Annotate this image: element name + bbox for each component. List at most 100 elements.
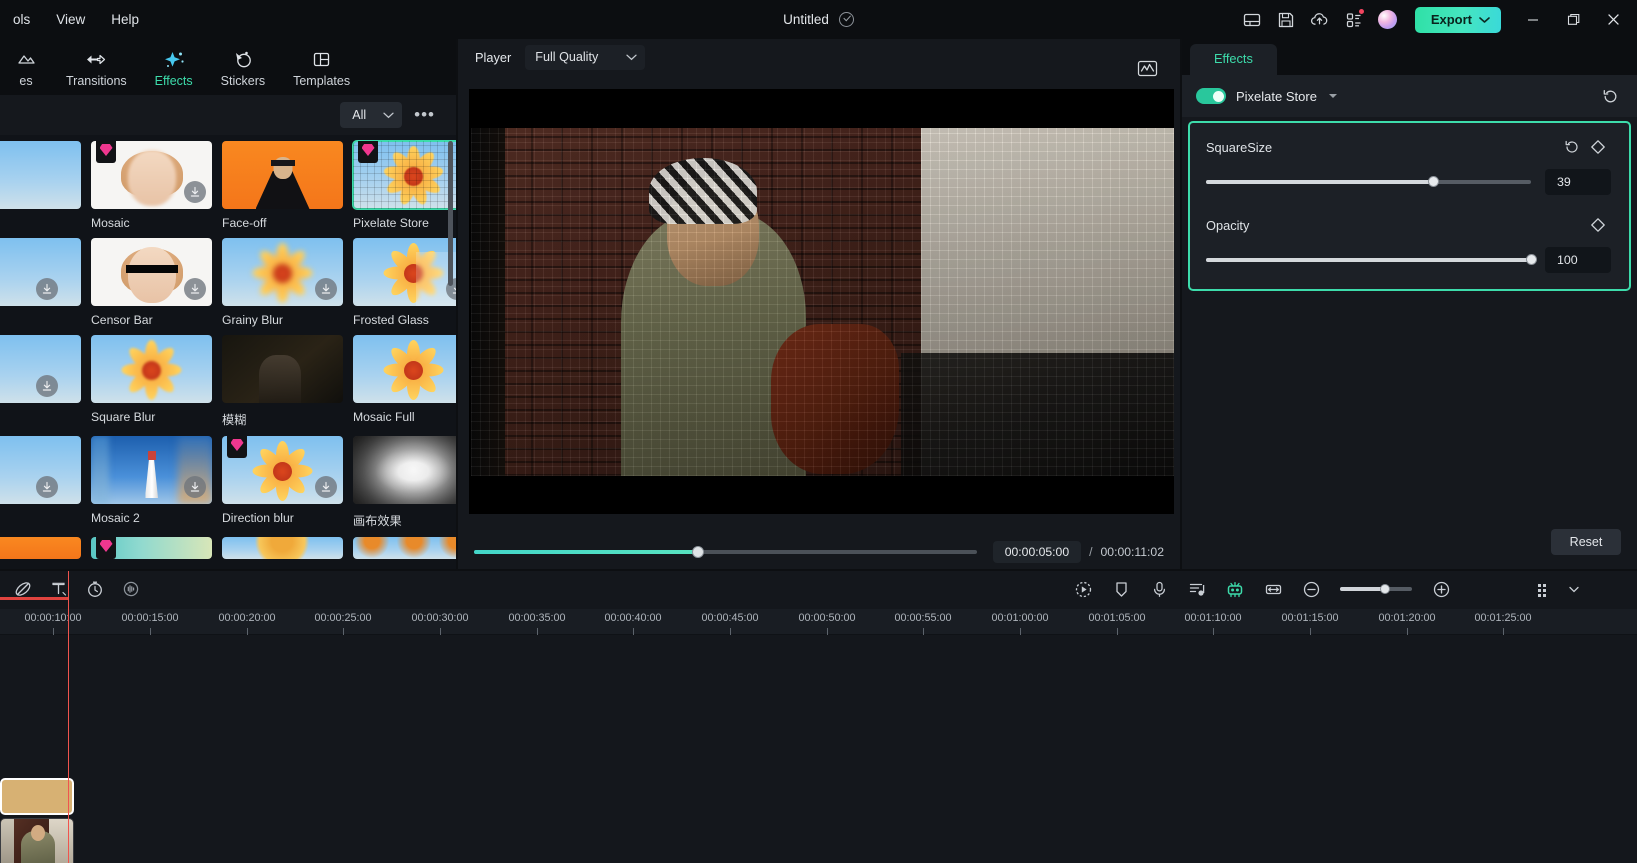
- effect-item[interactable]: [91, 537, 221, 559]
- chevron-down-icon[interactable]: [1328, 94, 1337, 98]
- view-options-chevron-icon[interactable]: [1566, 575, 1582, 603]
- apps-grid-icon[interactable]: [1337, 5, 1371, 35]
- audio-detach-icon[interactable]: [116, 575, 146, 603]
- download-icon[interactable]: [184, 181, 206, 203]
- tab-transitions[interactable]: Transitions: [52, 45, 141, 90]
- tab-stickers[interactable]: Stickers: [207, 45, 279, 90]
- tab-templates[interactable]: Templates: [279, 45, 364, 90]
- effect-thumbnail: [353, 436, 456, 504]
- reset-icon[interactable]: [1559, 136, 1585, 158]
- speed-icon[interactable]: [80, 575, 110, 603]
- account-avatar[interactable]: [1371, 5, 1405, 35]
- effect-item-censor-bar[interactable]: Censor Bar: [91, 238, 221, 333]
- scrubber-handle[interactable]: [691, 546, 704, 558]
- effect-item-mosaic[interactable]: Mosaic: [91, 141, 221, 236]
- squaresize-value-input[interactable]: 39: [1545, 169, 1611, 195]
- effect-thumbnail: [0, 141, 81, 209]
- effect-label: Frosted Glass: [353, 313, 429, 327]
- green-screen-icon[interactable]: [1220, 575, 1250, 603]
- maximize-button[interactable]: [1553, 0, 1593, 39]
- effect-label: 模糊: [222, 413, 247, 427]
- zoom-in-icon[interactable]: [1426, 575, 1456, 603]
- video-clip[interactable]: [0, 818, 74, 863]
- effect-item[interactable]: [0, 335, 90, 434]
- effect-thumbnail: [353, 335, 456, 403]
- menu-tools[interactable]: ols: [0, 8, 43, 31]
- opacity-slider-handle[interactable]: [1525, 254, 1537, 266]
- download-icon[interactable]: [36, 278, 58, 300]
- effect-label: Censor Bar: [91, 313, 153, 327]
- playback-scrubber[interactable]: [474, 546, 977, 558]
- keyframe-diamond-icon[interactable]: [1585, 214, 1611, 236]
- reset-all-icon[interactable]: [1597, 85, 1623, 107]
- timeline-zoom-slider[interactable]: [1340, 583, 1412, 594]
- effect-item-faceoff[interactable]: Face-off: [222, 141, 352, 236]
- effect-item[interactable]: [0, 141, 90, 236]
- fit-timeline-icon[interactable]: [1258, 575, 1288, 603]
- effect-item-mosaic-2[interactable]: Mosaic 2: [91, 436, 221, 535]
- tab-effects-label: Effects: [154, 73, 193, 88]
- opacity-slider[interactable]: [1206, 254, 1537, 266]
- download-icon[interactable]: [184, 278, 206, 300]
- tab-effects-properties[interactable]: Effects: [1190, 44, 1277, 75]
- tab-media[interactable]: es: [0, 45, 52, 90]
- export-button[interactable]: Export: [1414, 6, 1501, 33]
- current-time[interactable]: 00:00:05:00: [992, 541, 1082, 563]
- save-icon[interactable]: [1269, 5, 1303, 35]
- zoom-out-icon[interactable]: [1296, 575, 1326, 603]
- marker-icon[interactable]: [1106, 575, 1136, 603]
- voiceover-microphone-icon[interactable]: [1144, 575, 1174, 603]
- effect-label: Mosaic 2: [91, 511, 140, 525]
- reset-button[interactable]: Reset: [1551, 529, 1621, 555]
- timeline-ruler[interactable]: 00:00:10:00 00:00:15:00 00:00:20:00 00:0…: [0, 609, 1637, 635]
- download-icon[interactable]: [315, 278, 337, 300]
- category-filter-value: All: [352, 108, 367, 122]
- squaresize-slider[interactable]: [1206, 176, 1531, 188]
- effect-item[interactable]: [0, 238, 90, 333]
- menu-view[interactable]: View: [43, 8, 98, 31]
- export-label: Export: [1430, 12, 1472, 27]
- download-icon[interactable]: [36, 375, 58, 397]
- squaresize-slider-handle[interactable]: [1428, 176, 1439, 188]
- opacity-value-input[interactable]: 100: [1545, 247, 1611, 273]
- playhead-range-bar: [0, 597, 68, 600]
- effect-item[interactable]: [0, 537, 90, 559]
- download-icon[interactable]: [184, 476, 206, 498]
- effect-enable-toggle[interactable]: [1196, 88, 1226, 104]
- effect-item[interactable]: [0, 436, 90, 535]
- saved-check-icon[interactable]: [838, 12, 854, 27]
- effect-item-direction-blur[interactable]: Direction blur: [222, 436, 352, 535]
- layout-icon[interactable]: [1235, 5, 1269, 35]
- timeline-toolbar: [0, 571, 1637, 609]
- menu-help[interactable]: Help: [98, 8, 152, 31]
- close-button[interactable]: [1593, 0, 1633, 39]
- cloud-upload-icon[interactable]: [1303, 5, 1337, 35]
- playhead[interactable]: [68, 571, 69, 863]
- library-more-button[interactable]: •••: [410, 106, 439, 123]
- effect-item-square-blur[interactable]: Square Blur: [91, 335, 221, 434]
- library-filter-bar: All •••: [0, 95, 456, 135]
- effect-item-grainy-blur[interactable]: Grainy Blur: [222, 238, 352, 333]
- quality-select[interactable]: Full Quality: [525, 44, 646, 70]
- download-icon[interactable]: [315, 476, 337, 498]
- tab-effects[interactable]: Effects: [141, 45, 207, 90]
- waveform-icon[interactable]: [1137, 59, 1158, 83]
- category-filter-select[interactable]: All: [340, 102, 403, 128]
- download-icon[interactable]: [36, 476, 58, 498]
- effect-item[interactable]: [222, 537, 352, 559]
- effect-item-mosaic-full[interactable]: Mosaic Full: [353, 335, 456, 434]
- audio-mix-icon[interactable]: [1182, 575, 1212, 603]
- effect-item-pixelate-store[interactable]: Pixelate Store: [352, 140, 456, 236]
- auto-reframe-icon[interactable]: [1068, 575, 1098, 603]
- minimize-button[interactable]: [1513, 0, 1553, 39]
- effects-grid-scrollbar[interactable]: [448, 141, 453, 286]
- effect-item-frosted-glass[interactable]: Frosted Glass: [353, 238, 456, 333]
- effect-item[interactable]: [353, 537, 456, 559]
- view-options-icon[interactable]: [1528, 575, 1558, 603]
- timeline-zoom-handle[interactable]: [1380, 583, 1391, 594]
- video-preview[interactable]: [469, 89, 1174, 514]
- effect-item-canvas[interactable]: 画布效果: [353, 436, 456, 535]
- keyframe-diamond-icon[interactable]: [1585, 136, 1611, 158]
- effect-item-moxu[interactable]: 模糊: [222, 335, 352, 434]
- text-clip[interactable]: [0, 778, 74, 815]
